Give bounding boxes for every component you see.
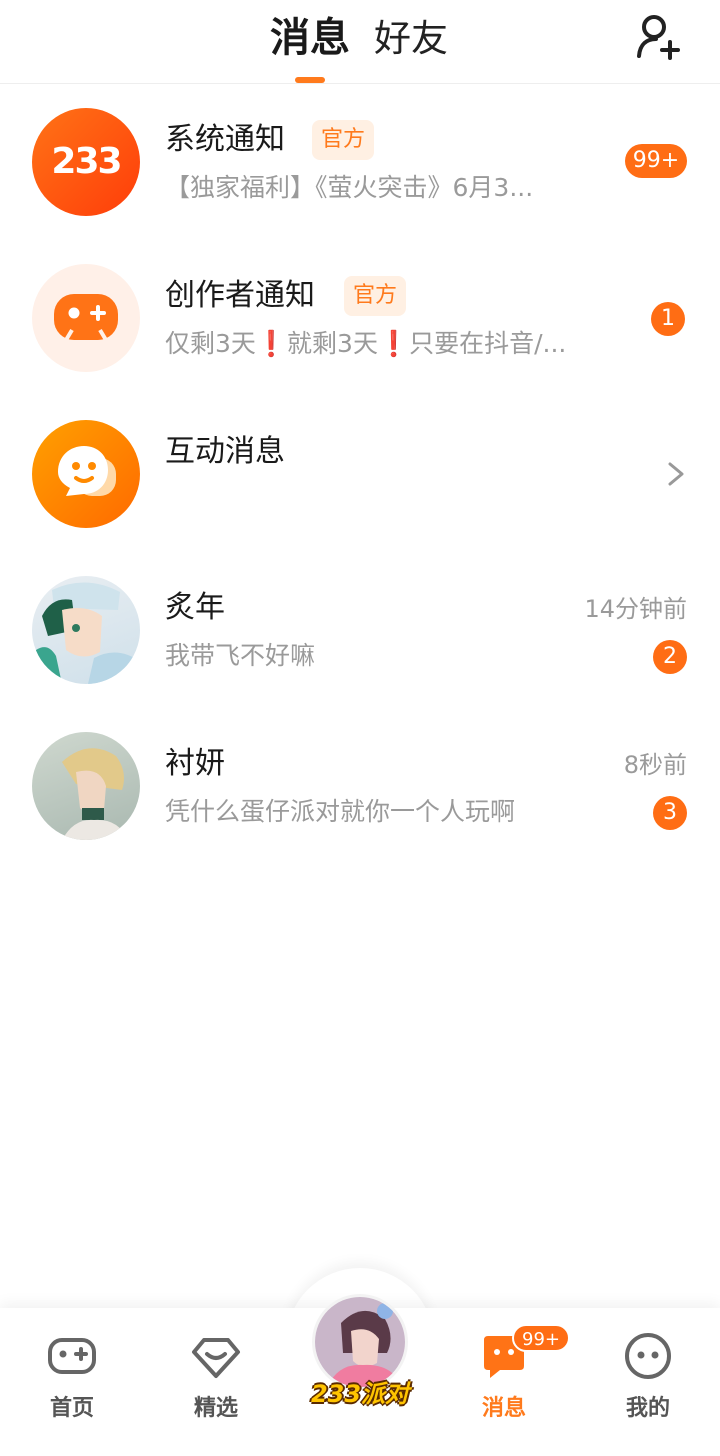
active-tab-indicator — [295, 77, 325, 83]
user-avatar — [32, 576, 140, 684]
conversation-preview: 凭什么蛋仔派对就你一个人玩啊 — [165, 797, 516, 826]
conversation-name: 炙年 — [165, 590, 225, 625]
list-item-chat[interactable]: 炙年 14分钟前 我带飞不好嘛 2 — [0, 552, 720, 708]
conversation-name: 互动消息 — [165, 434, 285, 469]
face-icon — [625, 1333, 671, 1379]
system-notice-avatar: 233 — [32, 108, 140, 216]
gamepad-icon — [54, 294, 118, 342]
conversation-time: 14分钟前 — [584, 595, 687, 623]
anime-boy-avatar-image — [32, 582, 140, 684]
nav-home[interactable]: 首页 — [22, 1324, 122, 1434]
user-avatar — [32, 732, 140, 840]
anime-girl-avatar-image — [62, 748, 128, 840]
tab-friends[interactable]: 好友 — [374, 14, 448, 64]
add-friend-icon[interactable] — [634, 12, 682, 60]
official-tag: 官方 — [344, 276, 406, 316]
top-header: 消息 好友 — [0, 0, 720, 84]
unread-badge: 1 — [651, 302, 685, 336]
interaction-avatar — [32, 420, 140, 528]
official-tag: 官方 — [312, 120, 374, 160]
list-item-interaction[interactable]: 互动消息 — [0, 396, 720, 552]
gamepad-nav-icon — [48, 1338, 96, 1374]
nav-home-label: 首页 — [49, 1396, 94, 1421]
unread-badge: 2 — [653, 640, 687, 674]
conversation-time: 8秒前 — [623, 751, 687, 779]
tab-messages[interactable]: 消息 — [270, 12, 350, 64]
conversation-preview: 仅剩3天❗就剩3天❗只要在抖音/... — [165, 329, 567, 358]
conversation-name: 创作者通知 — [165, 278, 315, 313]
chat-bubble-icon — [58, 446, 116, 496]
list-item-creator-notice[interactable]: 创作者通知 官方 仅剩3天❗就剩3天❗只要在抖音/... 1 — [0, 240, 720, 396]
conversation-preview: 【独家福利】《萤火突击》6月3... — [165, 173, 534, 202]
unread-badge: 3 — [653, 796, 687, 830]
conversation-name: 衬妍 — [165, 746, 225, 781]
list-item-system-notice[interactable]: 233 系统通知 官方 【独家福利】《萤火突击》6月3... 99+ — [0, 84, 720, 240]
heart-gem-icon — [192, 1338, 240, 1378]
messages-nav-badge: 99+ — [512, 1324, 570, 1352]
party-game-logo: 233派对 — [310, 1380, 410, 1408]
unread-badge: 99+ — [625, 144, 687, 178]
nav-featured-label: 精选 — [193, 1396, 238, 1421]
nav-messages-label: 消息 — [481, 1396, 526, 1421]
app-logo-233: 233 — [51, 141, 122, 182]
nav-me-label: 我的 — [625, 1396, 670, 1421]
conversation-preview: 我带飞不好嘛 — [165, 641, 316, 670]
nav-me[interactable]: 我的 — [598, 1324, 698, 1434]
nav-featured[interactable]: 精选 — [166, 1324, 266, 1434]
conversation-name: 系统通知 — [165, 122, 285, 157]
creator-notice-avatar — [32, 264, 140, 372]
chevron-right-icon — [668, 462, 684, 486]
list-item-chat[interactable]: 衬妍 8秒前 凭什么蛋仔派对就你一个人玩啊 3 — [0, 708, 720, 864]
